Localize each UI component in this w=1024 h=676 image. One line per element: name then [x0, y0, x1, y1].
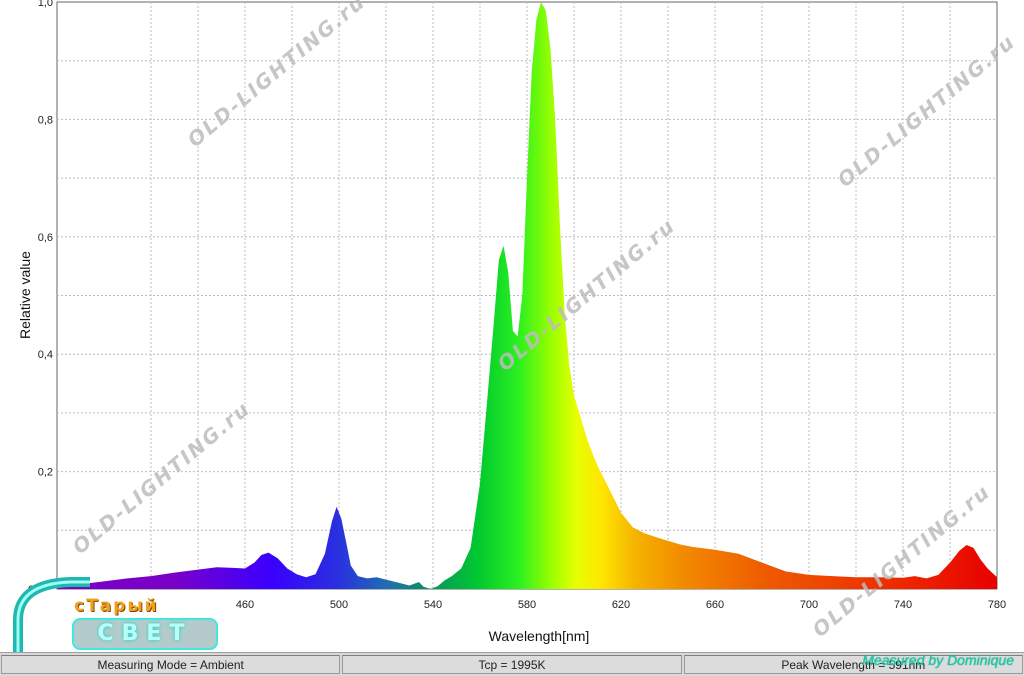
x-tick-label: 780	[988, 599, 1006, 611]
logo: сТарый СВЕТ	[0, 572, 230, 652]
logo-top-text: сТарый	[74, 596, 159, 616]
x-tick-label: 620	[612, 599, 630, 611]
x-axis-title: Wavelength[nm]	[489, 628, 590, 644]
x-tick-label: 740	[894, 599, 912, 611]
x-tick-label: 460	[236, 599, 254, 611]
x-tick-label: 540	[424, 599, 442, 611]
y-axis-title: Relative value	[17, 251, 33, 339]
y-tick-label: 0,2	[38, 467, 53, 479]
x-tick-label: 660	[706, 599, 724, 611]
y-tick-label: 0,4	[38, 349, 53, 361]
y-tick-label: 0,8	[38, 114, 53, 126]
logo-bottom-text: СВЕТ	[72, 618, 218, 650]
y-tick-label: 0,6	[38, 232, 53, 244]
spectrum-chart: 0,2 0,4 0,6 0,8 1,0 460 500 540 580 620 660 700 740…	[17, 0, 1020, 644]
y-tick-labels: 0,2 0,4 0,6 0,8 1,0	[38, 0, 53, 479]
status-measuring-mode: Measuring Mode = Ambient	[1, 655, 341, 674]
x-tick-label: 500	[330, 599, 348, 611]
x-tick-label: 580	[518, 599, 536, 611]
y-tick-label: 1,0	[38, 0, 53, 9]
x-tick-label: 700	[800, 599, 818, 611]
x-tick-labels: 460 500 540 580 620 660 700 740 780	[236, 599, 1006, 611]
credit-text: Measured by Dominique	[862, 652, 1014, 668]
status-tcp: Tcp = 1995K	[342, 655, 682, 674]
